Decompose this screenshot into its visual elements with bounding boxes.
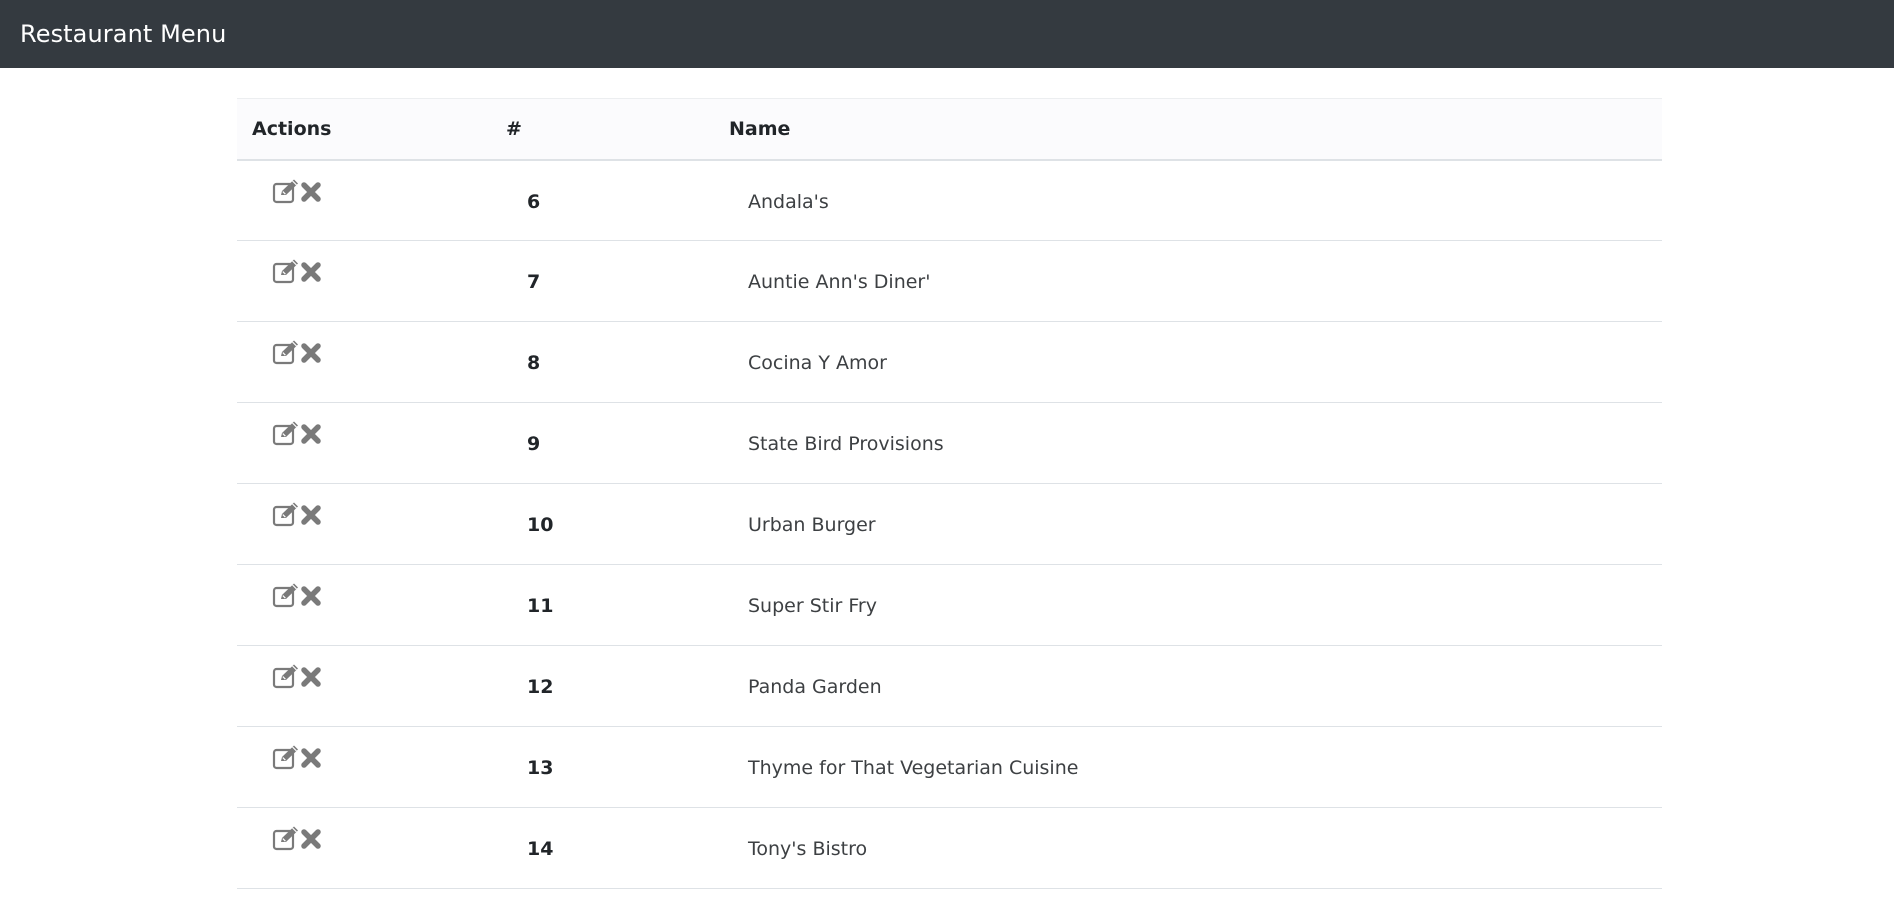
edit-icon[interactable]	[272, 826, 300, 852]
actions-cell	[237, 726, 490, 808]
delete-icon[interactable]	[300, 585, 322, 607]
delete-icon[interactable]	[300, 261, 322, 283]
navbar-brand[interactable]: Restaurant Menu	[20, 20, 226, 48]
table-row: 13 Thyme for That Vegetarian Cuisine	[237, 726, 1662, 808]
table-header: Actions # Name	[237, 98, 1662, 161]
edit-icon[interactable]	[272, 259, 300, 285]
navbar: Restaurant Menu	[0, 0, 1894, 68]
table-row: 8 Cocina Y Amor	[237, 321, 1662, 403]
restaurant-name: Tony's Bistro	[725, 807, 1662, 889]
delete-icon[interactable]	[300, 666, 322, 688]
restaurant-name: Thyme for That Vegetarian Cuisine	[725, 726, 1662, 808]
edit-icon[interactable]	[272, 502, 300, 528]
actions-cell	[237, 321, 490, 403]
restaurant-name: Super Stir Fry	[725, 564, 1662, 646]
table-header-row: Actions # Name	[237, 98, 1662, 161]
table-body: 6 Andala's 7 Auntie Ann's Diner' 8 Cocin…	[237, 159, 1662, 889]
restaurant-name: Auntie Ann's Diner'	[725, 240, 1662, 322]
row-number: 8	[490, 321, 725, 403]
restaurant-name: State Bird Provisions	[725, 402, 1662, 484]
row-number: 12	[490, 645, 725, 727]
row-number: 9	[490, 402, 725, 484]
actions-cell	[237, 807, 490, 889]
column-header-actions: Actions	[237, 98, 490, 161]
column-header-number: #	[490, 98, 725, 161]
delete-icon[interactable]	[300, 747, 322, 769]
edit-icon[interactable]	[272, 179, 300, 205]
table-row: 7 Auntie Ann's Diner'	[237, 240, 1662, 322]
actions-cell	[237, 564, 490, 646]
column-header-name: Name	[725, 98, 1662, 161]
table-row: 12 Panda Garden	[237, 645, 1662, 727]
actions-cell	[237, 402, 490, 484]
restaurant-table-container: Actions # Name 6 Andala's 7 Auntie Ann's…	[237, 98, 1662, 889]
edit-icon[interactable]	[272, 583, 300, 609]
row-number: 14	[490, 807, 725, 889]
delete-icon[interactable]	[300, 181, 322, 203]
row-number: 6	[490, 159, 725, 241]
row-number: 7	[490, 240, 725, 322]
edit-icon[interactable]	[272, 664, 300, 690]
restaurant-name: Urban Burger	[725, 483, 1662, 565]
delete-icon[interactable]	[300, 828, 322, 850]
restaurant-name: Panda Garden	[725, 645, 1662, 727]
actions-cell	[237, 159, 490, 241]
table-row: 10 Urban Burger	[237, 483, 1662, 565]
row-number: 13	[490, 726, 725, 808]
table-row: 6 Andala's	[237, 159, 1662, 241]
row-number: 11	[490, 564, 725, 646]
row-number: 10	[490, 483, 725, 565]
delete-icon[interactable]	[300, 342, 322, 364]
edit-icon[interactable]	[272, 745, 300, 771]
edit-icon[interactable]	[272, 340, 300, 366]
actions-cell	[237, 240, 490, 322]
restaurant-name: Andala's	[725, 159, 1662, 241]
restaurant-table: Actions # Name 6 Andala's 7 Auntie Ann's…	[237, 98, 1662, 889]
table-row: 9 State Bird Provisions	[237, 402, 1662, 484]
edit-icon[interactable]	[272, 421, 300, 447]
table-row: 14 Tony's Bistro	[237, 807, 1662, 889]
restaurant-name: Cocina Y Amor	[725, 321, 1662, 403]
actions-cell	[237, 645, 490, 727]
delete-icon[interactable]	[300, 504, 322, 526]
actions-cell	[237, 483, 490, 565]
delete-icon[interactable]	[300, 423, 322, 445]
table-row: 11 Super Stir Fry	[237, 564, 1662, 646]
